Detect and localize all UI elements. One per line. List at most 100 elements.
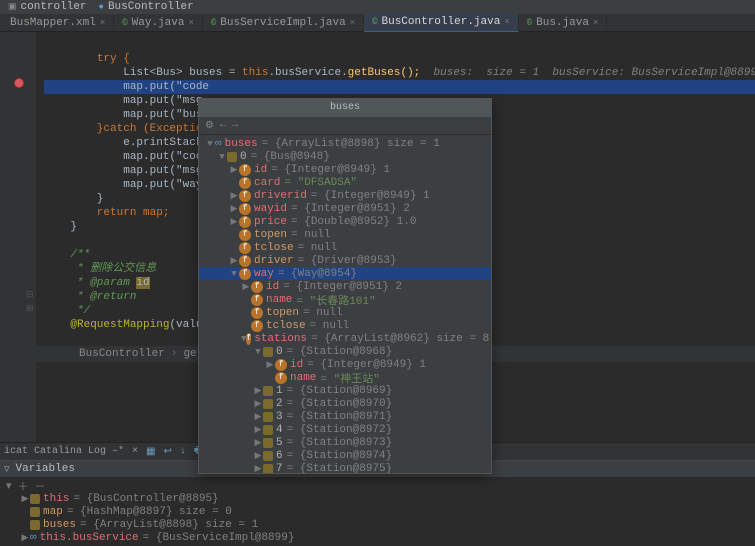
node-value: = {ArrayList@8962} size = 8 xyxy=(311,333,489,345)
fold-plus-icon[interactable]: ⊞ xyxy=(26,304,34,314)
popup-variable-tree[interactable]: buses= {ArrayList@8898} size = 10= {Bus@… xyxy=(199,135,491,473)
node-value: = {ArrayList@8898} size = 1 xyxy=(80,519,258,531)
expand-arrow-icon[interactable] xyxy=(253,464,263,474)
funnel-icon[interactable]: ▿ xyxy=(4,462,10,476)
expand-arrow-icon[interactable] xyxy=(253,347,263,357)
close-icon[interactable]: × xyxy=(593,18,598,28)
close-icon[interactable]: × xyxy=(350,18,355,28)
object-icon xyxy=(263,451,273,461)
node-value: = {Double@8952} 1.0 xyxy=(291,216,416,228)
node-value: = {Bus@8948} xyxy=(251,151,330,163)
expand-arrow-icon[interactable] xyxy=(253,386,263,396)
file-tab-label: BusMapper.xml xyxy=(10,17,96,29)
expand-arrow-icon[interactable] xyxy=(229,256,239,266)
variable-node[interactable]: this= {BusController@8895} xyxy=(0,492,755,505)
expand-arrow-icon[interactable] xyxy=(253,451,263,461)
tree-node[interactable]: 5= {Station@8973} xyxy=(199,436,491,449)
file-tab-busserviceimpl[interactable]: © BusServiceImpl.java × xyxy=(203,14,364,32)
funnel-icon[interactable]: ▾ xyxy=(6,479,12,493)
tab-buscontroller-top[interactable]: BusController xyxy=(93,0,200,14)
variable-node[interactable]: map= {HashMap@8897} size = 0 xyxy=(0,505,755,518)
expand-arrow-icon[interactable] xyxy=(241,282,251,292)
node-value: = {Station@8969} xyxy=(287,385,393,397)
tree-node[interactable]: 3= {Station@8971} xyxy=(199,410,491,423)
tree-node[interactable]: fwayid= {Integer@8951} 2 xyxy=(199,202,491,215)
expand-arrow-icon[interactable] xyxy=(253,412,263,422)
tree-node[interactable]: fway= {Way@8954} xyxy=(199,267,491,280)
node-value: = {Station@8968} xyxy=(287,346,393,358)
expand-arrow-icon[interactable] xyxy=(253,425,263,435)
tree-node[interactable]: buses= {ArrayList@8898} size = 1 xyxy=(199,137,491,150)
node-value: = null xyxy=(291,229,331,241)
filter-row[interactable]: ▾ ＋ － xyxy=(0,479,755,492)
tree-node[interactable]: 4= {Station@8972} xyxy=(199,423,491,436)
evaluate-popup[interactable]: buses ⚙ ← → buses= {ArrayList@8898} size… xyxy=(198,98,492,474)
expand-arrow-icon[interactable] xyxy=(229,269,239,279)
node-value: = {Way@8954} xyxy=(278,268,357,280)
field-icon: f xyxy=(239,242,251,254)
expand-arrow-icon[interactable] xyxy=(229,191,239,201)
expand-arrow-icon[interactable] xyxy=(217,152,227,162)
tree-node[interactable]: 2= {Station@8970} xyxy=(199,397,491,410)
add-icon[interactable]: ＋ xyxy=(18,478,29,494)
node-name: id xyxy=(290,359,303,371)
tree-node[interactable]: 1= {Station@8969} xyxy=(199,384,491,397)
close-icon[interactable]: × xyxy=(188,18,193,28)
tree-node[interactable]: ftclose= null xyxy=(199,319,491,332)
expand-arrow-icon[interactable] xyxy=(253,399,263,409)
fold-minus-icon[interactable]: ⊟ xyxy=(26,290,34,300)
variables-tree[interactable]: ▾ ＋ － this= {BusController@8895}map= {Ha… xyxy=(0,477,755,546)
tree-node[interactable]: ftclose= null xyxy=(199,241,491,254)
node-name: name xyxy=(266,294,292,306)
variable-node[interactable]: this.busService= {BusServiceImpl@8899} xyxy=(0,531,755,544)
tree-node[interactable]: fdriverid= {Integer@8949} 1 xyxy=(199,189,491,202)
tree-node[interactable]: ftopen= null xyxy=(199,228,491,241)
file-tab-bus[interactable]: © Bus.java × xyxy=(519,14,608,32)
node-name: buses xyxy=(225,138,258,150)
variable-node[interactable]: buses= {ArrayList@8898} size = 1 xyxy=(0,518,755,531)
tree-node[interactable]: ftopen= null xyxy=(199,306,491,319)
tree-node[interactable]: 6= {Station@8974} xyxy=(199,449,491,462)
wrap-icon[interactable]: ↩ xyxy=(164,446,172,458)
scroll-icon[interactable]: ↓ xyxy=(180,446,186,457)
tree-node[interactable]: fname= "长春路101" xyxy=(199,293,491,306)
tree-node[interactable]: 0= {Station@8968} xyxy=(199,345,491,358)
tree-node[interactable]: 0= {Bus@8948} xyxy=(199,150,491,163)
tree-node[interactable]: 7= {Station@8975} xyxy=(199,462,491,473)
node-value: = {Integer@8949} 1 xyxy=(311,190,430,202)
expand-arrow-icon[interactable] xyxy=(229,204,239,214)
close-icon[interactable]: × xyxy=(504,17,509,27)
expand-arrow-icon[interactable] xyxy=(20,494,30,504)
tree-node[interactable]: fcard= "DFSADSA" xyxy=(199,176,491,189)
expand-arrow-icon[interactable] xyxy=(229,217,239,227)
node-name: this.busService xyxy=(40,532,139,544)
breadcrumb-class[interactable]: BusController xyxy=(76,348,168,360)
tab-controller[interactable]: controller xyxy=(2,0,93,14)
close-icon[interactable]: × xyxy=(132,446,138,457)
expand-arrow-icon[interactable] xyxy=(253,438,263,448)
settings-icon[interactable]: ⚙ xyxy=(205,120,214,132)
node-value: = {Station@8974} xyxy=(287,450,393,462)
file-tab-buscontroller[interactable]: © BusController.java × xyxy=(364,14,519,32)
tab-label: BusController xyxy=(108,1,194,13)
expand-arrow-icon[interactable] xyxy=(20,533,30,543)
file-tab-way[interactable]: © Way.java × xyxy=(114,14,203,32)
back-icon[interactable]: ← xyxy=(220,120,226,131)
code-editor[interactable]: ⊟ ⊞ try { List<Bus> buses = this.busServ… xyxy=(0,32,755,442)
expand-arrow-icon[interactable] xyxy=(205,139,215,149)
filter-icon[interactable]: ▦ xyxy=(146,446,155,458)
tree-node[interactable]: fname= "神王站" xyxy=(199,371,491,384)
node-value: = {Station@8972} xyxy=(287,424,393,436)
expand-arrow-icon[interactable] xyxy=(229,165,239,175)
forward-icon[interactable]: → xyxy=(232,120,238,131)
expand-arrow-icon[interactable] xyxy=(265,360,275,370)
tree-node[interactable]: fdriver= {Driver@8953} xyxy=(199,254,491,267)
tree-node[interactable]: fstations= {ArrayList@8962} size = 8 xyxy=(199,332,491,345)
breakpoint-icon[interactable] xyxy=(14,78,24,88)
file-tab-busmapper[interactable]: BusMapper.xml × xyxy=(2,14,114,32)
close-icon[interactable]: × xyxy=(100,18,105,28)
tree-node[interactable]: fprice= {Double@8952} 1.0 xyxy=(199,215,491,228)
tree-node[interactable]: fid= {Integer@8949} 1 xyxy=(199,163,491,176)
node-value: = {Station@8973} xyxy=(287,437,393,449)
minus-icon[interactable]: － xyxy=(35,478,46,494)
